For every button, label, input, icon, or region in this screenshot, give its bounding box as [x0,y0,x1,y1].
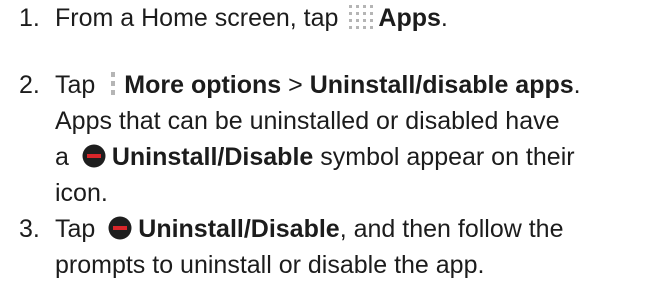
step-text: a [55,143,76,171]
step-line: Apps that can be uninstalled or disabled… [55,107,560,135]
step-line: a Uninstall/Disable symbol appear on the… [55,139,669,175]
apps-label: Apps [378,4,441,32]
step-line: prompts to uninstall or disable the app. [55,251,485,279]
step-text: Tap [55,71,103,99]
uninstall-disable-icon [82,142,106,168]
more-options-label: More options [124,71,282,99]
separator: > [281,71,310,99]
step-text-suffix: symbol appear on their [313,143,575,171]
step-text-suffix: . [573,71,581,99]
step-number: 1. [19,4,40,32]
step-text-suffix: , and then follow the [339,215,564,243]
step-line: From a Home screen, tap Apps. [55,0,669,36]
step-1: 1. From a Home screen, tap Apps. [19,0,669,36]
instructions-page: 1. From a Home screen, tap Apps. 2. Tap [0,0,672,291]
apps-grid-icon [348,4,374,30]
step-line: Tap More options > Uninstall/disable app… [55,67,669,103]
uninstall-disable-label: Uninstall/Disable [138,215,340,243]
step-body: From a Home screen, tap Apps. [55,0,669,36]
more-options-icon [108,71,118,97]
step-line: icon. [55,179,108,207]
step-number: 3. [19,215,40,243]
uninstall-disable-label: Uninstall/Disable [111,143,314,171]
step-body: Tap Uninstall/Disable, and then follow t… [55,211,669,283]
step-text: From a Home screen, tap [55,4,346,32]
step-3: 3. Tap Uninstall/Disable, and then follo… [19,211,669,283]
uninstall-disable-apps-label: Uninstall/disable apps [309,71,574,99]
step-text: Tap [55,215,103,243]
step-number: 2. [19,71,40,99]
step-text-suffix: . [440,4,448,32]
step-line: Tap Uninstall/Disable, and then follow t… [55,211,669,247]
uninstall-disable-icon [108,214,132,240]
step-body: Tap More options > Uninstall/disable app… [55,67,669,211]
step-2: 2. Tap More options > Uninstall/disable … [19,67,669,211]
